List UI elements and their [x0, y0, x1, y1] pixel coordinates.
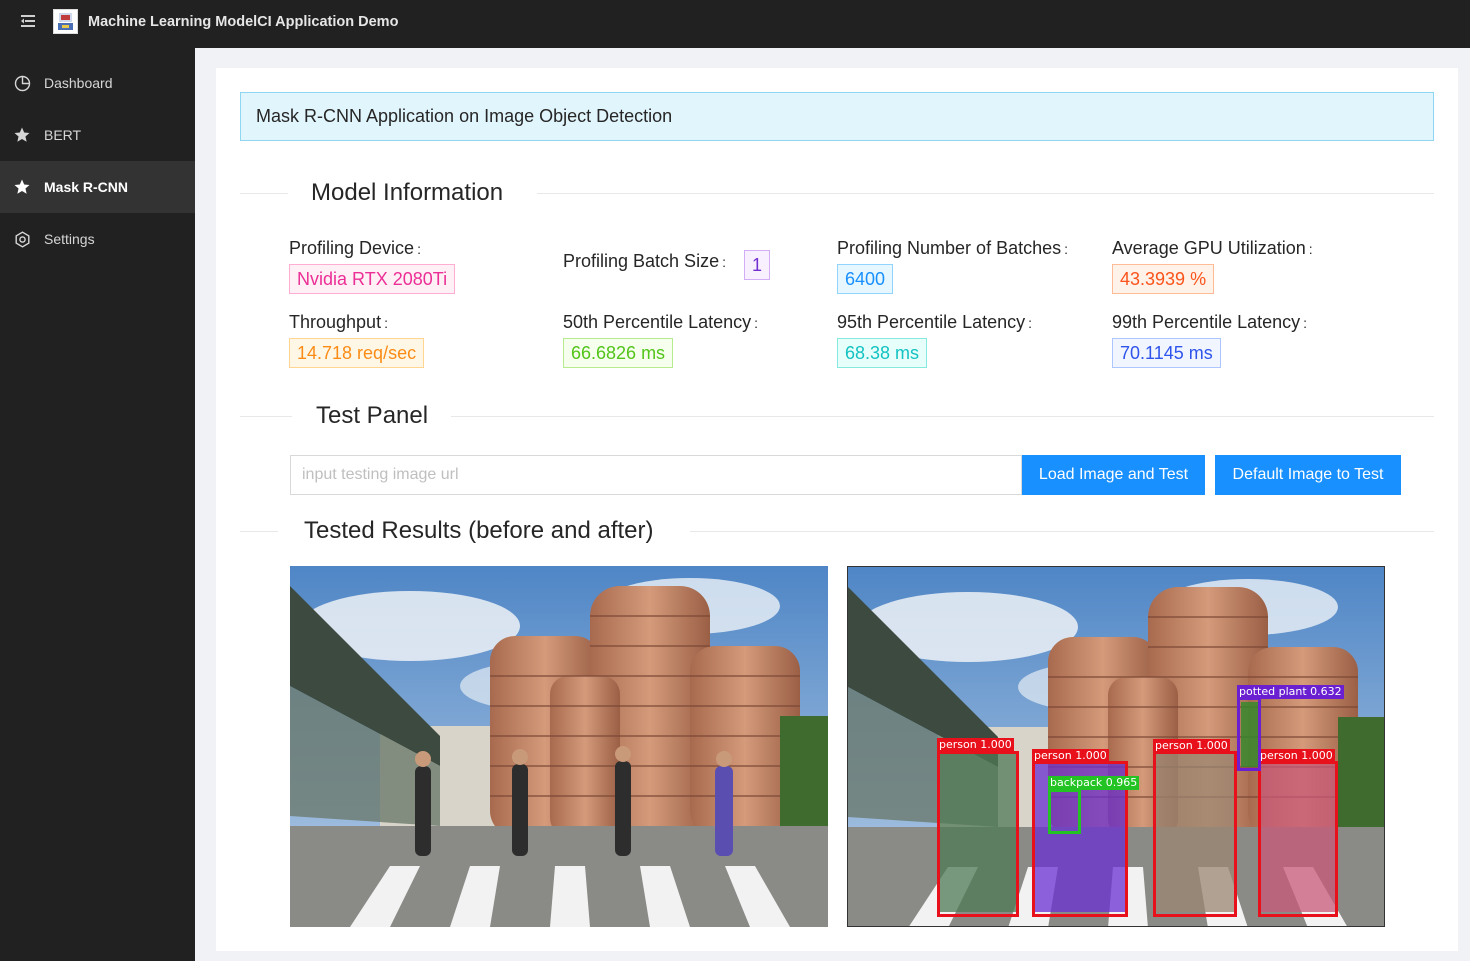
detection-label: person 1.000 — [1032, 749, 1109, 763]
divider-line — [240, 531, 278, 532]
results-title: Tested Results (before and after) — [304, 517, 654, 545]
sidebar-item-bert[interactable]: BERT — [0, 109, 195, 161]
num-batches-label: Profiling Number of Batches: — [837, 238, 1068, 258]
model-info-title: Model Information — [311, 179, 504, 207]
divider-line — [240, 193, 288, 194]
detection-label: person 1.000 — [1153, 739, 1230, 753]
sidebar-item-label: Settings — [44, 231, 95, 247]
original-image — [290, 566, 828, 927]
test-panel-title: Test Panel — [316, 402, 429, 430]
throughput-label: Throughput: — [289, 312, 388, 332]
app-logo[interactable] — [53, 9, 78, 34]
default-image-test-button[interactable]: Default Image to Test — [1215, 455, 1401, 495]
page-alert: Mask R-CNN Application on Image Object D… — [240, 92, 1434, 141]
throughput-tag: 14.718 req/sec — [289, 338, 425, 368]
sidebar-item-label: Mask R-CNN — [44, 179, 129, 195]
p50-latency-tag: 66.6826 ms — [563, 338, 674, 368]
app-title: Machine Learning ModelCI Application Dem… — [88, 14, 399, 30]
p99-latency-label: 99th Percentile Latency: — [1112, 312, 1308, 332]
alert-message: Mask R-CNN Application on Image Object D… — [256, 106, 673, 126]
settings-icon — [13, 230, 31, 248]
profiling-device-label: Profiling Device: — [289, 238, 421, 258]
image-url-input[interactable] — [290, 455, 1022, 495]
sidebar-item-label: BERT — [44, 127, 82, 143]
load-image-test-button[interactable]: Load Image and Test — [1022, 455, 1205, 495]
detection-box-backpack — [1048, 789, 1081, 834]
detection-label: person 1.000 — [1258, 749, 1335, 763]
detection-box-person — [937, 751, 1019, 917]
pie-chart-icon — [13, 74, 31, 92]
divider-line — [451, 416, 1434, 417]
gpu-util-label: Average GPU Utilization: — [1112, 238, 1313, 258]
star-icon — [13, 126, 31, 144]
main-content: Mask R-CNN Application on Image Object D… — [216, 68, 1458, 951]
sidebar-item-mask-rcnn[interactable]: Mask R-CNN — [0, 161, 195, 213]
menu-fold-icon[interactable] — [21, 15, 35, 27]
star-icon — [13, 178, 31, 196]
p99-latency-tag: 70.1145 ms — [1112, 338, 1221, 368]
gpu-util-tag: 43.3939 % — [1112, 264, 1215, 294]
detection-label: potted plant 0.632 — [1237, 685, 1344, 699]
sidebar-item-label: Dashboard — [44, 75, 113, 91]
sidebar-item-dashboard[interactable]: Dashboard — [0, 57, 195, 109]
detection-box-potted-plant — [1237, 697, 1261, 771]
detection-box-person — [1258, 761, 1338, 917]
p95-latency-tag: 68.38 ms — [837, 338, 928, 368]
p95-latency-label: 95th Percentile Latency: — [837, 312, 1033, 332]
batch-size-label: Profiling Batch Size: — [563, 251, 726, 271]
num-batches-tag: 6400 — [837, 264, 894, 294]
detection-label: person 1.000 — [937, 738, 1014, 752]
sidebar: Dashboard BERT Mask R-CNN Settings — [0, 48, 195, 961]
top-bar: Machine Learning ModelCI Application Dem… — [0, 0, 1470, 48]
profiling-device-tag: Nvidia RTX 2080Ti — [289, 264, 456, 294]
detection-box-person — [1153, 751, 1237, 917]
sidebar-item-settings[interactable]: Settings — [0, 213, 195, 265]
batch-size-tag: 1 — [744, 250, 771, 280]
divider-line — [537, 193, 1434, 194]
divider-line — [240, 416, 292, 417]
divider-line — [690, 531, 1434, 532]
p50-latency-label: 50th Percentile Latency: — [563, 312, 759, 332]
detection-label: backpack 0.965 — [1048, 776, 1140, 790]
detection-result-image: person 1.000 person 1.000 person 1.000 p… — [847, 566, 1385, 927]
